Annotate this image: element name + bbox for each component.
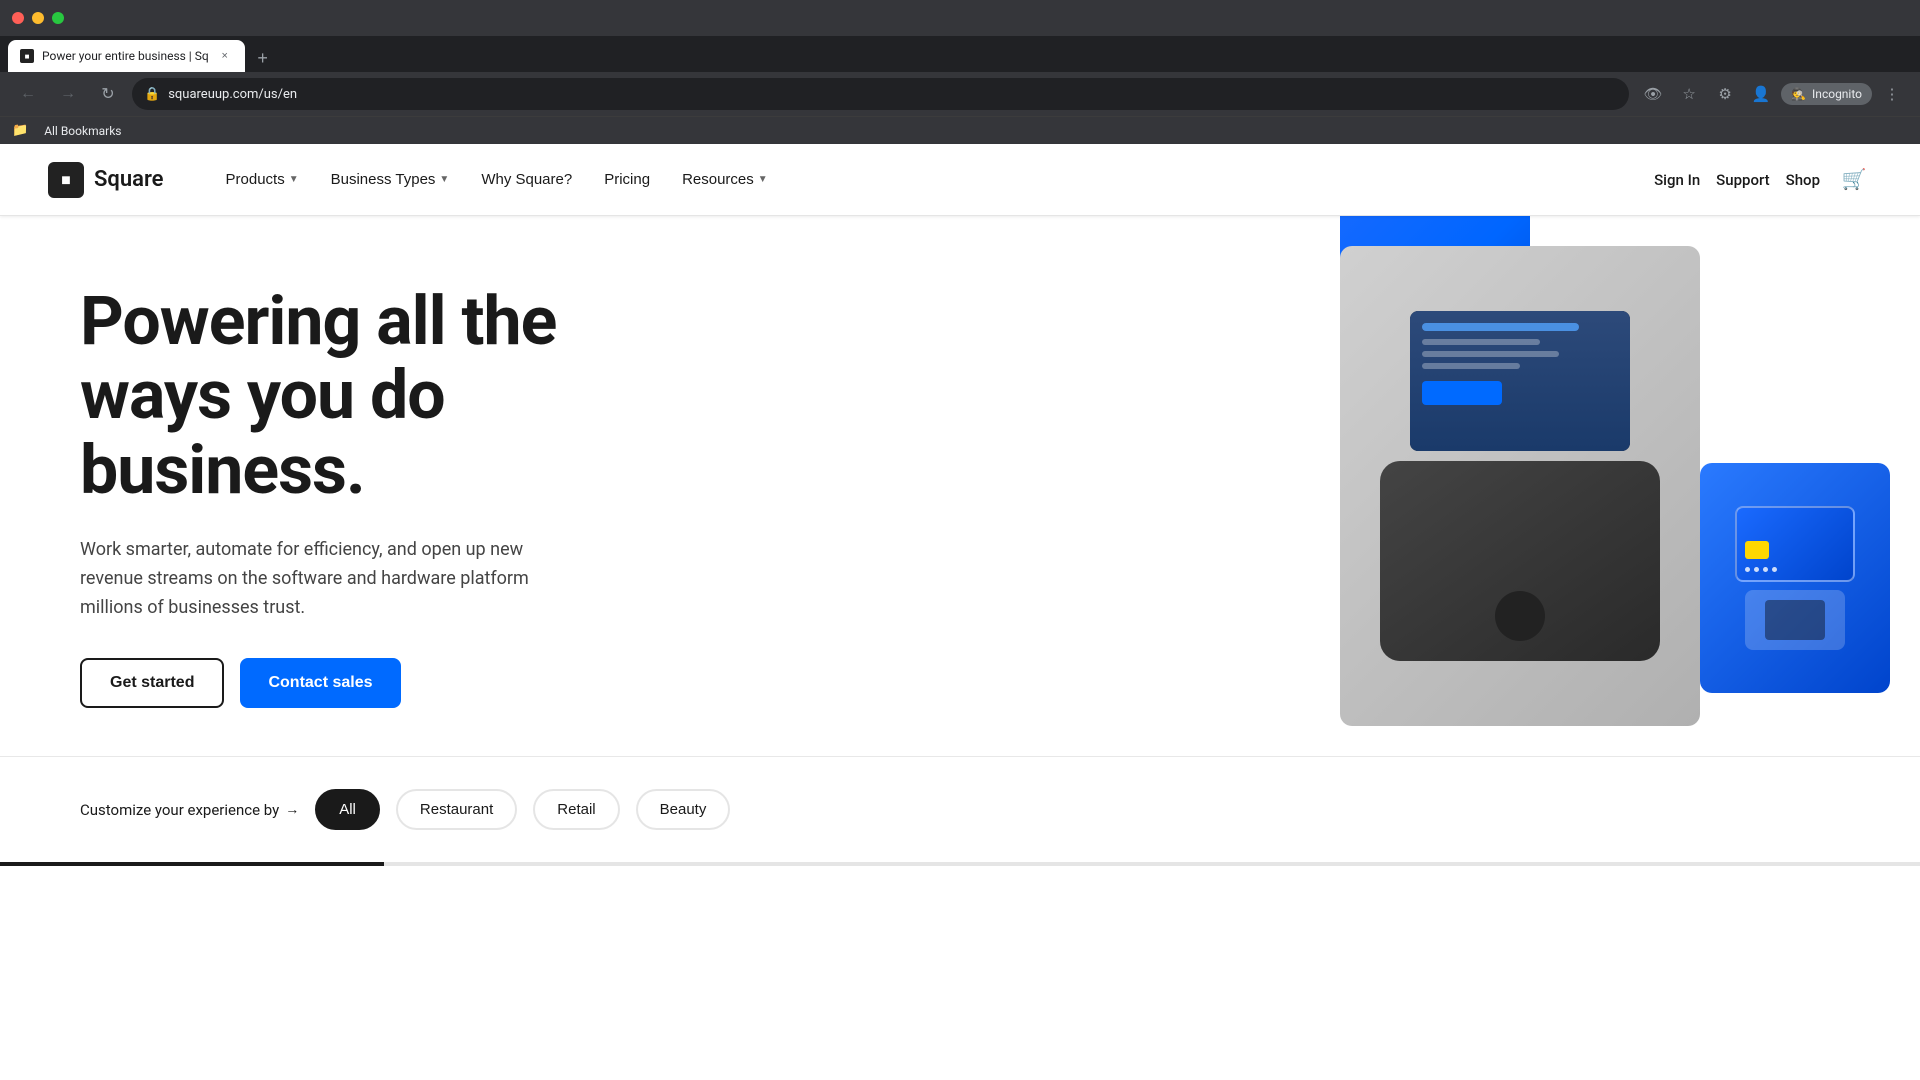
nav-products-label: Products	[226, 171, 285, 188]
more-options-button[interactable]: ⋮	[1876, 78, 1908, 110]
card-chip	[1745, 541, 1769, 559]
toolbar-actions: 👁 ☆ ⚙ 👤 🕵 Incognito ⋮	[1637, 78, 1908, 110]
credit-card-visual	[1735, 506, 1855, 582]
card-payment-scene	[1715, 478, 1875, 678]
site-logo[interactable]: ■ Square	[48, 162, 164, 198]
terminal-blue-bar	[1422, 323, 1579, 331]
nav-right: Sign In Support Shop 🛒	[1654, 162, 1872, 198]
card-dot-2	[1754, 567, 1759, 572]
filter-all-button[interactable]: All	[315, 789, 380, 830]
terminal-base	[1380, 461, 1660, 661]
new-tab-button[interactable]: +	[249, 44, 277, 72]
terminal-screen	[1410, 311, 1630, 451]
phone-visual	[1745, 590, 1845, 650]
terminal-screen-content	[1410, 311, 1630, 451]
hero-content: Powering all the ways you do business. W…	[80, 284, 640, 709]
incognito-icon: 🕵	[1791, 87, 1806, 101]
tab-close-button[interactable]: ×	[217, 48, 233, 64]
address-bar[interactable]: 🔒 squareuup.com/us/en	[132, 78, 1629, 110]
forward-button[interactable]: →	[52, 78, 84, 110]
hero-buttons: Get started Contact sales	[80, 658, 640, 708]
sign-in-link[interactable]: Sign In	[1654, 171, 1700, 189]
category-bar: Customize your experience by → All Resta…	[0, 756, 1920, 862]
terminal-visual	[1370, 276, 1670, 696]
filter-retail-button[interactable]: Retail	[533, 789, 619, 830]
extensions-icon[interactable]: ⚙	[1709, 78, 1741, 110]
nav-links: Products ▼ Business Types ▼ Why Square? …	[212, 163, 1655, 196]
back-button[interactable]: ←	[12, 78, 44, 110]
bookmarks-bar: 📁 All Bookmarks	[0, 116, 1920, 144]
nav-pricing[interactable]: Pricing	[590, 163, 664, 196]
eye-extension-icon[interactable]: 👁	[1637, 78, 1669, 110]
profile-icon[interactable]: 👤	[1745, 78, 1777, 110]
cart-icon: 🛒	[1842, 167, 1867, 192]
filter-restaurant-button[interactable]: Restaurant	[396, 789, 517, 830]
phone-screen	[1765, 600, 1825, 640]
bookmarks-folder-icon: 📁	[12, 123, 28, 138]
tab-title: Power your entire business | Sq	[42, 49, 209, 63]
hero-images: ■	[1220, 216, 1920, 756]
incognito-badge: 🕵 Incognito	[1781, 83, 1872, 105]
browser-window: ■ Power your entire business | Sq × + ← …	[0, 0, 1920, 866]
terminal-cta-button	[1422, 381, 1502, 405]
bookmark-star-icon[interactable]: ☆	[1673, 78, 1705, 110]
hero-card-image	[1700, 463, 1890, 693]
card-dot-3	[1763, 567, 1768, 572]
hero-terminal-image	[1340, 246, 1700, 726]
support-link[interactable]: Support	[1716, 171, 1769, 189]
card-dot-1	[1745, 567, 1750, 572]
scroll-indicator	[0, 862, 1920, 866]
logo-icon: ■	[48, 162, 84, 198]
contact-sales-button[interactable]: Contact sales	[240, 658, 400, 708]
card-dot-4	[1772, 567, 1777, 572]
nav-why-square-label: Why Square?	[481, 171, 572, 188]
terminal-row-2	[1422, 351, 1559, 357]
address-text: squareuup.com/us/en	[168, 87, 297, 102]
window-controls	[12, 12, 64, 24]
tab-favicon: ■	[20, 49, 34, 63]
tab-bar: ■ Power your entire business | Sq × +	[0, 36, 1920, 72]
terminal-row-3	[1422, 363, 1520, 369]
bookmarks-all[interactable]: All Bookmarks	[36, 122, 129, 140]
category-bar-label: Customize your experience by →	[80, 801, 299, 819]
resources-chevron-icon: ▼	[758, 174, 768, 185]
reload-button[interactable]: ↻	[92, 78, 124, 110]
browser-titlebar	[0, 0, 1920, 36]
hero-section: Powering all the ways you do business. W…	[0, 216, 1920, 756]
window-maximize-button[interactable]	[52, 12, 64, 24]
category-arrow-icon: →	[285, 801, 299, 818]
nav-why-square[interactable]: Why Square?	[467, 163, 586, 196]
incognito-label: Incognito	[1812, 87, 1862, 101]
get-started-button[interactable]: Get started	[80, 658, 224, 708]
security-icon: 🔒	[144, 87, 160, 102]
terminal-row-1	[1422, 339, 1540, 345]
shop-link[interactable]: Shop	[1786, 171, 1820, 189]
nav-resources[interactable]: Resources ▼	[668, 163, 782, 196]
business-types-chevron-icon: ▼	[439, 174, 449, 185]
terminal-rows	[1422, 339, 1618, 369]
hero-title: Powering all the ways you do business.	[80, 284, 640, 508]
nav-products[interactable]: Products ▼	[212, 163, 313, 196]
products-chevron-icon: ▼	[289, 174, 299, 185]
filter-beauty-button[interactable]: Beauty	[636, 789, 731, 830]
scroll-bar	[0, 862, 384, 866]
window-close-button[interactable]	[12, 12, 24, 24]
browser-toolbar: ← → ↻ 🔒 squareuup.com/us/en 👁 ☆ ⚙ 👤 🕵 In…	[0, 72, 1920, 116]
site-navigation: ■ Square Products ▼ Business Types ▼ Why…	[0, 144, 1920, 216]
nav-resources-label: Resources	[682, 171, 754, 188]
window-minimize-button[interactable]	[32, 12, 44, 24]
nav-pricing-label: Pricing	[604, 171, 650, 188]
nav-business-types[interactable]: Business Types ▼	[317, 163, 464, 196]
card-number	[1745, 567, 1845, 572]
nav-business-types-label: Business Types	[331, 171, 436, 188]
webpage-content: ■ Square Products ▼ Business Types ▼ Why…	[0, 144, 1920, 866]
logo-text: Square	[94, 167, 164, 192]
active-tab[interactable]: ■ Power your entire business | Sq ×	[8, 40, 245, 72]
hero-subtitle: Work smarter, automate for efficiency, a…	[80, 536, 560, 622]
cart-button[interactable]: 🛒	[1836, 162, 1872, 198]
